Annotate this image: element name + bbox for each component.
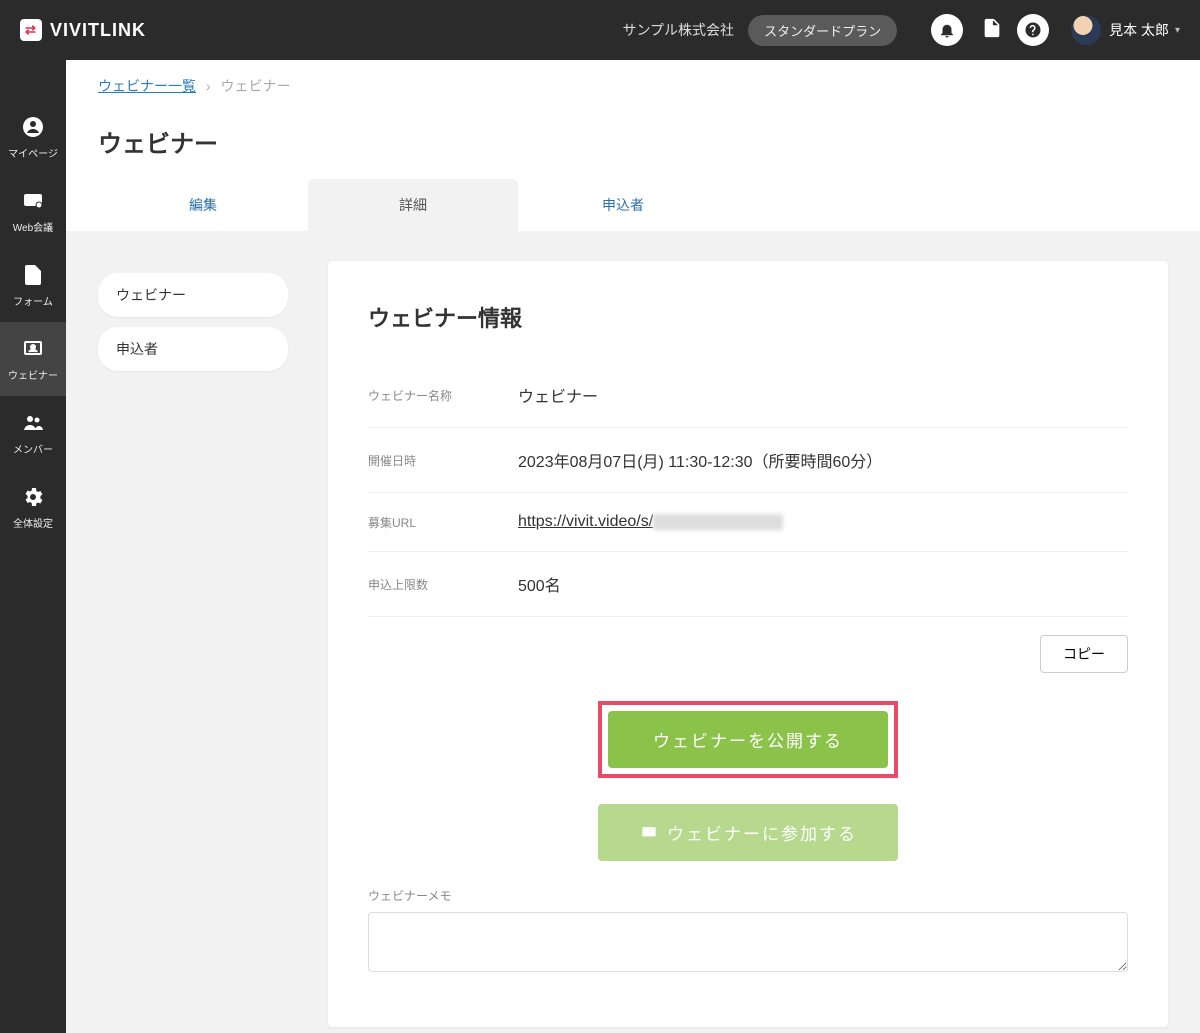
main-content: ウェビナー一覧 › ウェビナー ウェビナー 編集 詳細 申込者 ウェビナー 申込…: [66, 60, 1200, 1033]
sidebar-item-settings[interactable]: 全体設定: [0, 470, 66, 544]
join-button-label: ウェビナーに参加する: [667, 820, 857, 845]
tab-bar: 編集 詳細 申込者: [66, 169, 1200, 231]
page-title: ウェビナー: [98, 124, 1168, 159]
presentation-icon: [639, 823, 659, 843]
logo-text: VIVITLINK: [50, 20, 146, 41]
sidebar-item-label: ウェビナー: [8, 367, 58, 382]
copy-button[interactable]: コピー: [1040, 635, 1128, 673]
sidebar-item-label: マイページ: [8, 145, 58, 160]
card-heading: ウェビナー情報: [368, 301, 1128, 333]
section-nav-applicants[interactable]: 申込者: [98, 327, 288, 371]
field-label: 申込上限数: [368, 576, 518, 593]
document-icon[interactable]: [981, 17, 1003, 43]
user-name: 見本 太郎: [1109, 20, 1169, 40]
help-icon[interactable]: [1017, 14, 1049, 46]
memo-label: ウェビナーメモ: [368, 887, 1128, 904]
avatar: [1071, 15, 1101, 45]
field-value-date: 2023年08月07日(月) 11:30-12:30（所要時間60分）: [518, 448, 1128, 472]
bell-icon[interactable]: [931, 14, 963, 46]
field-label: 募集URL: [368, 514, 518, 531]
sidebar-item-mypage[interactable]: マイページ: [0, 100, 66, 174]
logo-mark-icon: ⇄: [20, 19, 42, 41]
tab-edit[interactable]: 編集: [98, 179, 308, 231]
section-nav-webinar[interactable]: ウェビナー: [98, 273, 288, 317]
breadcrumb-current: ウェビナー: [220, 78, 290, 94]
breadcrumb-parent[interactable]: ウェビナー一覧: [98, 78, 196, 94]
recruit-url-link[interactable]: https://vivit.video/s/: [518, 513, 653, 530]
join-webinar-button[interactable]: ウェビナーに参加する: [598, 804, 898, 861]
field-value-url: https://vivit.video/s/: [518, 513, 1128, 531]
plan-badge: スタンダードプラン: [748, 15, 897, 46]
logo[interactable]: ⇄ VIVITLINK: [20, 19, 146, 41]
sidebar-item-member[interactable]: メンバー: [0, 396, 66, 470]
sidebar-item-form[interactable]: フォーム: [0, 248, 66, 322]
publish-webinar-button[interactable]: ウェビナーを公開する: [608, 711, 888, 768]
field-row-name: ウェビナー名称 ウェビナー: [368, 363, 1128, 428]
breadcrumb: ウェビナー一覧 › ウェビナー: [66, 60, 1200, 104]
tab-detail[interactable]: 詳細: [308, 179, 518, 231]
sidebar-item-webmeeting[interactable]: Web会議: [0, 174, 66, 248]
user-menu[interactable]: 見本 太郎 ▾: [1071, 15, 1180, 45]
sidebar: マイページ Web会議 フォーム ウェビナー メンバー 全体設定: [0, 60, 66, 1033]
field-row-date: 開催日時 2023年08月07日(月) 11:30-12:30（所要時間60分）: [368, 428, 1128, 493]
sidebar-item-label: メンバー: [13, 441, 53, 456]
chevron-down-icon: ▾: [1175, 25, 1180, 36]
publish-highlight-frame: ウェビナーを公開する: [598, 701, 898, 778]
breadcrumb-separator: ›: [206, 78, 211, 94]
field-row-limit: 申込上限数 500名: [368, 552, 1128, 617]
sidebar-item-label: フォーム: [13, 293, 53, 308]
field-row-url: 募集URL https://vivit.video/s/: [368, 493, 1128, 552]
webinar-memo-input[interactable]: [368, 912, 1128, 972]
field-value-name: ウェビナー: [518, 383, 1128, 407]
webinar-info-card: ウェビナー情報 ウェビナー名称 ウェビナー 開催日時 2023年08月07日(月…: [328, 261, 1168, 1027]
sidebar-item-webinar[interactable]: ウェビナー: [0, 322, 66, 396]
company-name: サンプル株式会社: [622, 20, 734, 40]
app-header: ⇄ VIVITLINK サンプル株式会社 スタンダードプラン 見本 太郎 ▾: [0, 0, 1200, 60]
field-label: 開催日時: [368, 452, 518, 469]
field-label: ウェビナー名称: [368, 387, 518, 404]
sidebar-item-label: 全体設定: [13, 515, 53, 530]
tab-applicants[interactable]: 申込者: [518, 179, 728, 231]
field-value-limit: 500名: [518, 572, 1128, 596]
section-nav: ウェビナー 申込者: [98, 273, 288, 371]
url-redacted: [653, 514, 783, 530]
sidebar-item-label: Web会議: [13, 219, 53, 234]
